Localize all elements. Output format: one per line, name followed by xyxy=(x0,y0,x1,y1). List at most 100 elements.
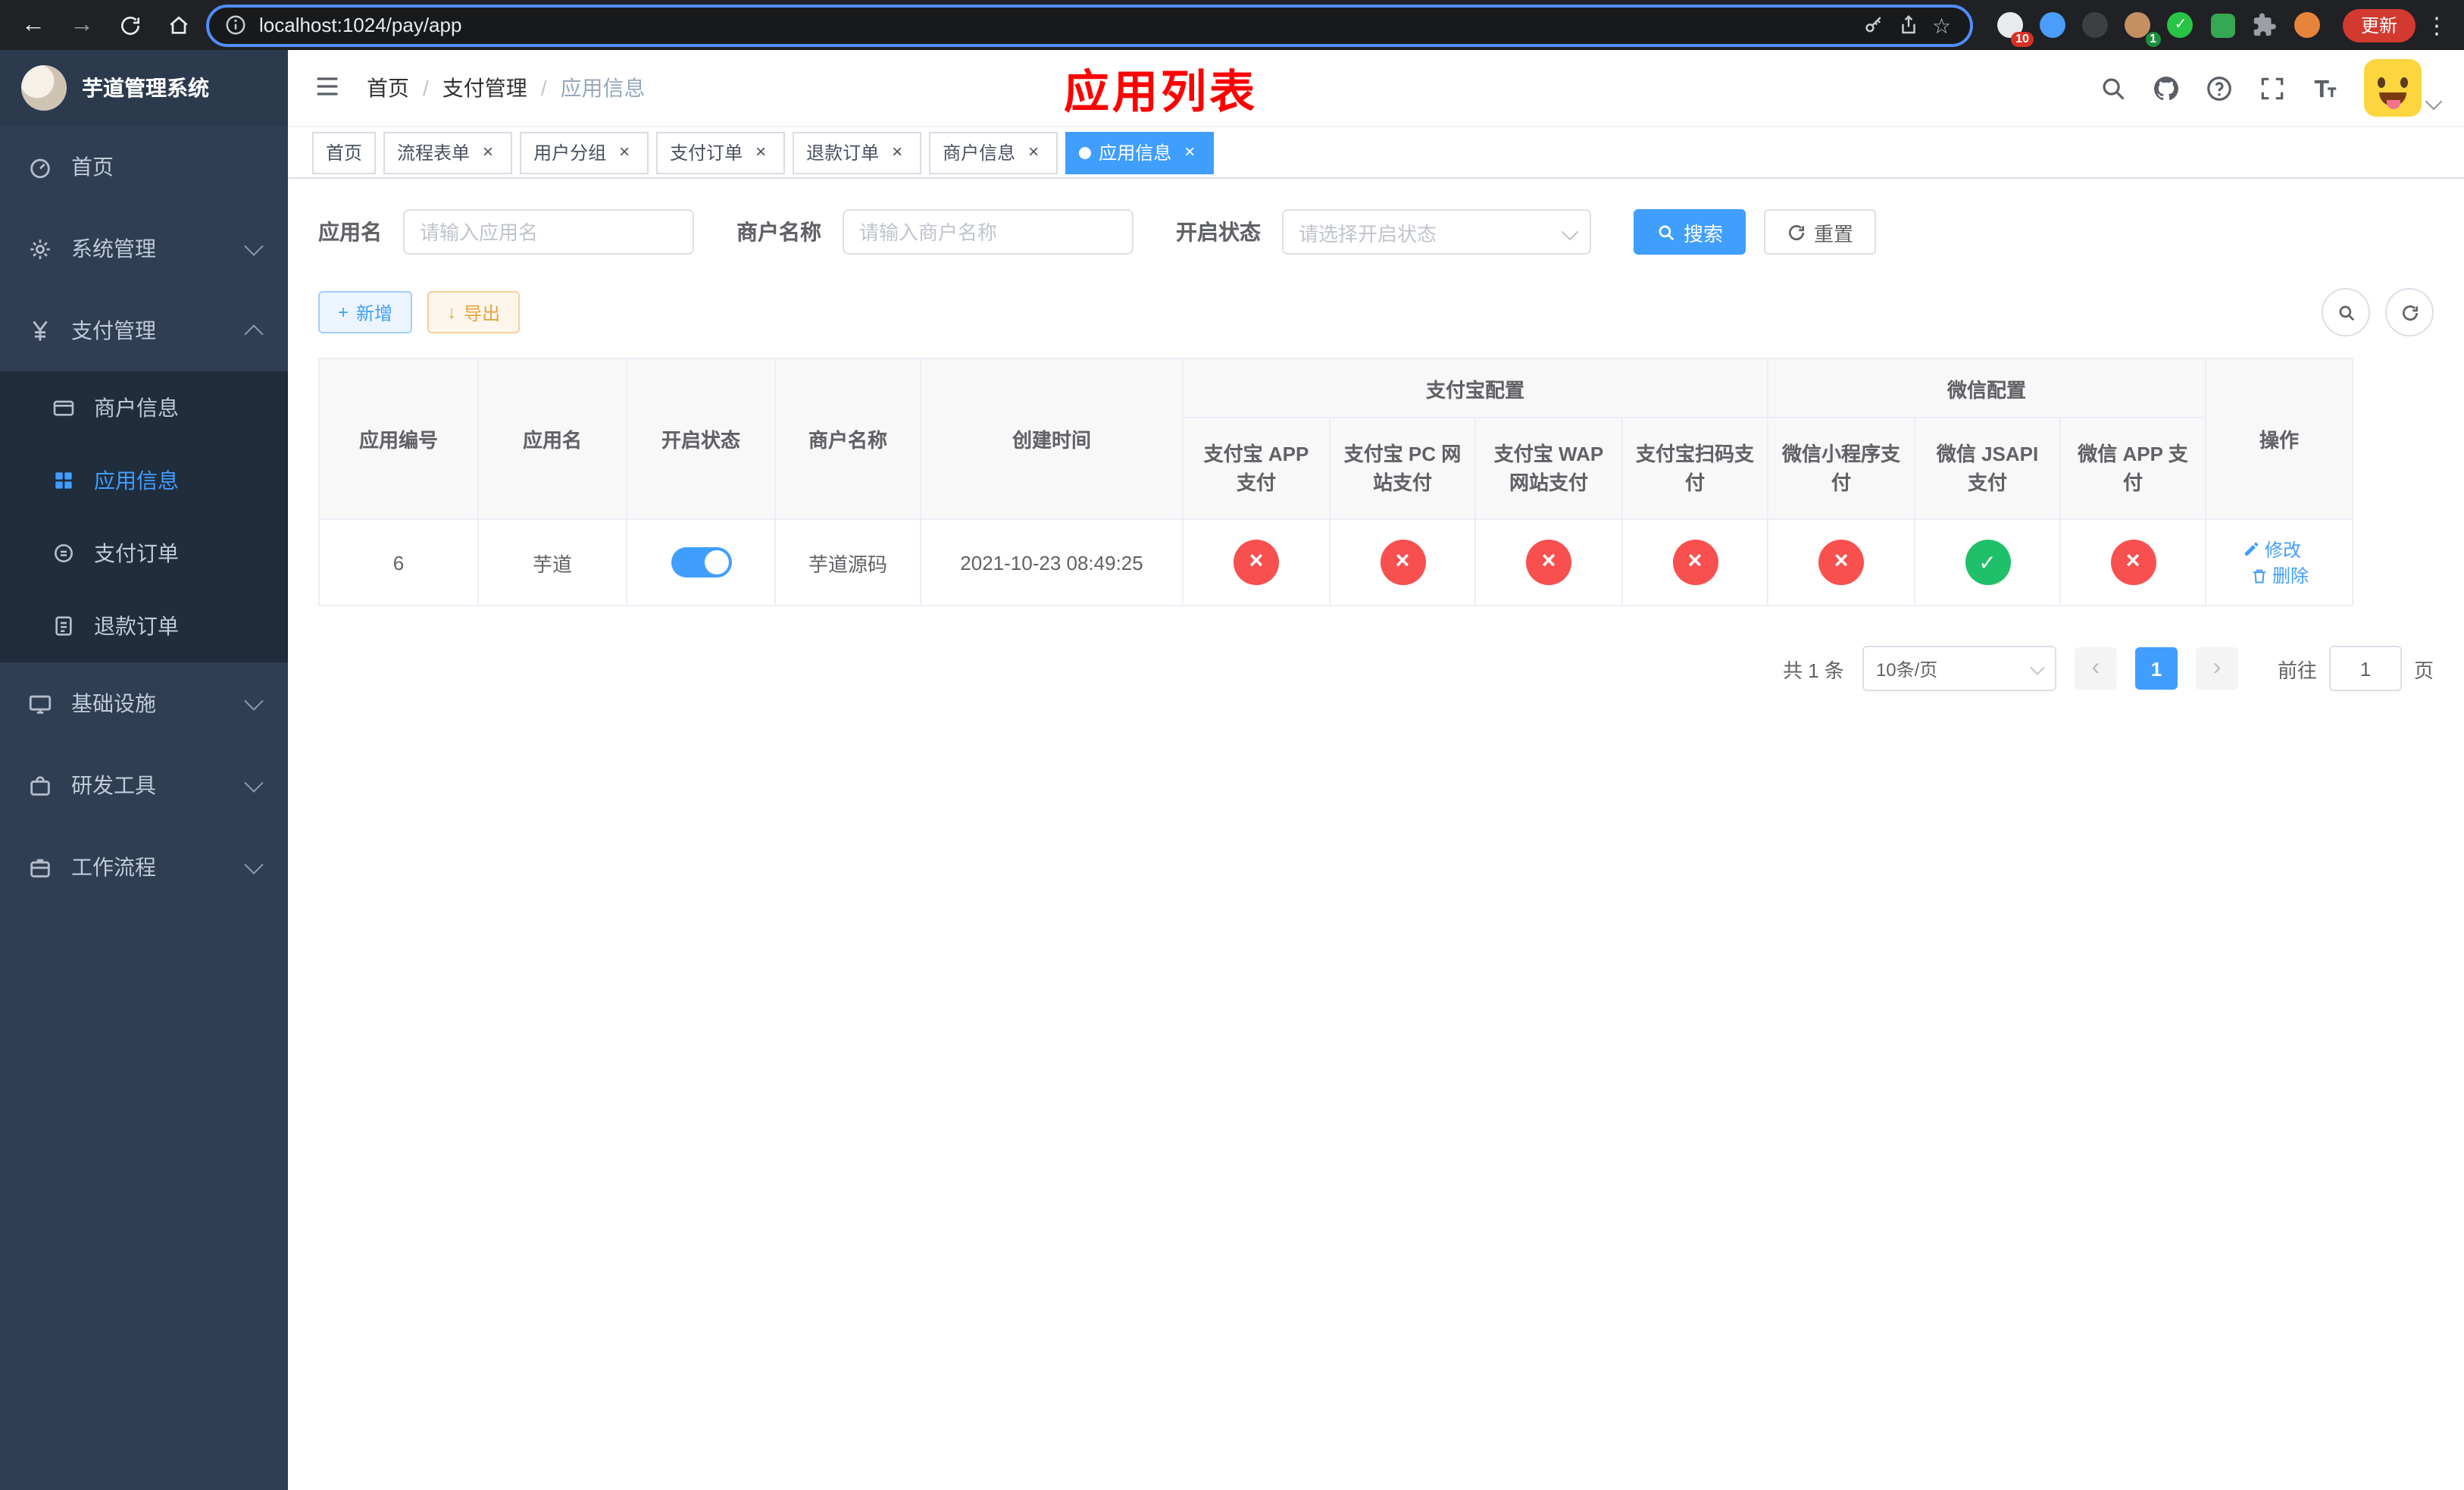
back-button[interactable]: ← xyxy=(12,5,55,45)
sidebar-item-app-info[interactable]: 应用信息 xyxy=(0,444,288,517)
github-icon[interactable] xyxy=(2152,74,2181,102)
delete-button[interactable]: 删除 xyxy=(2250,562,2309,588)
cell-status xyxy=(626,518,776,606)
edit-button[interactable]: 修改 xyxy=(2242,536,2301,562)
sidebar-item-dev-tools[interactable]: 研发工具 xyxy=(0,744,288,826)
merchant-name-label: 商户名称 xyxy=(736,220,821,244)
table-toolbar: + 新增 ↓ 导出 xyxy=(318,288,2434,337)
page-annotation-title: 应用列表 xyxy=(1064,68,1258,118)
page-size-value: 10条/页 xyxy=(1875,659,1938,680)
sidebar-item-workflow[interactable]: 工作流程 xyxy=(0,826,288,908)
user-menu[interactable] xyxy=(2364,59,2443,117)
sidebar-item-payment[interactable]: 支付管理 xyxy=(0,290,288,371)
sidebar-item-refund-orders[interactable]: 退款订单 xyxy=(0,590,288,662)
prev-page-button[interactable]: ‹ xyxy=(2074,647,2117,690)
pencil-icon xyxy=(2244,542,2258,556)
tab-process-form[interactable]: 流程表单 × xyxy=(383,131,513,174)
tab-user-group[interactable]: 用户分组 × xyxy=(520,131,649,174)
sidebar-item-label: 商户信息 xyxy=(94,396,179,420)
help-icon[interactable] xyxy=(2205,74,2234,102)
column-header-alipay-pc: 支付宝 PC 网站支付 xyxy=(1329,417,1476,520)
toggle-search-button[interactable] xyxy=(2322,288,2370,337)
browser-update-button[interactable]: 更新 xyxy=(2342,8,2416,42)
browser-toolbar: ← → localhost:1024/pay/app ☆ 10 1 ✓ 更新 ⋮ xyxy=(0,0,2464,50)
status-select[interactable]: 请选择开启状态 xyxy=(1282,209,1591,255)
merchant-name-input[interactable] xyxy=(843,209,1134,255)
close-icon[interactable]: × xyxy=(886,141,908,163)
browser-profile-avatar[interactable] xyxy=(2291,8,2325,42)
search-icon[interactable] xyxy=(2099,74,2128,102)
font-size-icon[interactable] xyxy=(2311,74,2340,102)
app-logo[interactable]: 芋道管理系统 xyxy=(0,50,288,126)
search-button[interactable]: 搜索 xyxy=(1634,209,1746,255)
sidebar-item-merchant-info[interactable]: 商户信息 xyxy=(0,371,288,444)
cell-alipay-app xyxy=(1182,518,1330,606)
order-icon xyxy=(52,541,76,565)
chevron-down-icon xyxy=(244,236,264,255)
sidebar-item-label: 支付管理 xyxy=(71,318,156,343)
trash-icon xyxy=(2253,568,2265,583)
forward-button[interactable]: → xyxy=(61,5,103,45)
chevron-down-icon xyxy=(1561,223,1579,241)
sidebar-item-infrastructure[interactable]: 基础设施 xyxy=(0,662,288,744)
column-group-alipay: 支付宝配置 xyxy=(1181,358,1769,418)
close-icon[interactable]: × xyxy=(477,141,499,163)
home-button[interactable] xyxy=(158,5,200,45)
browser-menu-button[interactable]: ⋮ xyxy=(2422,11,2452,39)
extension-icon-4[interactable]: 1 xyxy=(2122,8,2161,46)
url-bar[interactable]: localhost:1024/pay/app ☆ xyxy=(206,4,1973,46)
sidebar-item-payment-orders[interactable]: 支付订单 xyxy=(0,517,288,590)
cell-actions: 修改 删除 xyxy=(2205,518,2354,606)
close-icon[interactable]: × xyxy=(1179,141,1200,163)
page-number-button[interactable]: 1 xyxy=(2134,647,2178,690)
column-header-app-name: 应用名 xyxy=(477,358,627,520)
filter-merchant-name: 商户名称 xyxy=(736,209,1134,255)
refresh-table-button[interactable] xyxy=(2385,288,2434,337)
extension-icon-5[interactable]: ✓ xyxy=(2164,8,2197,42)
export-button[interactable]: ↓ 导出 xyxy=(427,291,521,333)
next-page-button[interactable]: › xyxy=(2195,647,2238,690)
site-info-icon[interactable] xyxy=(224,14,247,36)
password-key-icon[interactable] xyxy=(1862,14,1885,36)
chevron-down-icon xyxy=(244,690,264,710)
app-name-input[interactable] xyxy=(403,209,694,255)
extension-icon-2[interactable] xyxy=(2037,8,2070,42)
close-icon[interactable]: × xyxy=(614,141,635,163)
cell-alipay-wap xyxy=(1474,518,1623,606)
extension-icon-6[interactable] xyxy=(2206,8,2240,42)
bookmark-star-icon[interactable]: ☆ xyxy=(1932,14,1955,38)
tab-payment-orders[interactable]: 支付订单 × xyxy=(656,131,786,174)
wx-app-status-icon xyxy=(2110,540,2156,585)
fullscreen-icon[interactable] xyxy=(2258,74,2287,102)
add-button[interactable]: + 新增 xyxy=(318,291,413,333)
tab-refund-orders[interactable]: 退款订单 × xyxy=(793,131,922,174)
reset-button[interactable]: 重置 xyxy=(1764,209,1877,255)
hamburger-icon[interactable] xyxy=(312,71,346,105)
column-header-create-time: 创建时间 xyxy=(920,358,1184,520)
sidebar-item-home[interactable]: 首页 xyxy=(0,126,288,208)
tab-app-info[interactable]: 应用信息 × xyxy=(1065,131,1215,174)
close-icon[interactable]: × xyxy=(750,141,771,163)
column-header-status: 开启状态 xyxy=(626,358,776,520)
sidebar-item-system[interactable]: 系统管理 xyxy=(0,208,288,290)
avatar xyxy=(2364,59,2422,117)
page-size-select[interactable]: 10条/页 xyxy=(1862,646,2056,691)
extension-icon-3[interactable] xyxy=(2079,8,2112,42)
extensions-puzzle-icon[interactable] xyxy=(2249,8,2282,42)
cell-wx-app xyxy=(2059,518,2207,606)
column-header-wx-lite: 微信小程序支付 xyxy=(1767,417,1916,520)
breadcrumb-home[interactable]: 首页 xyxy=(367,73,442,103)
header-actions xyxy=(2099,59,2443,117)
gear-icon xyxy=(27,236,53,261)
status-toggle[interactable] xyxy=(671,547,731,578)
url-text[interactable]: localhost:1024/pay/app xyxy=(259,14,461,36)
goto-page-input[interactable] xyxy=(2328,646,2402,691)
refresh-button[interactable] xyxy=(109,5,152,45)
extension-icon-1[interactable]: 10 xyxy=(1994,8,2034,46)
close-icon[interactable]: × xyxy=(1023,141,1044,163)
card-icon xyxy=(52,396,76,420)
tab-merchant-info[interactable]: 商户信息 × xyxy=(929,131,1058,174)
share-icon[interactable] xyxy=(1897,14,1920,36)
monitor-icon xyxy=(27,690,53,716)
tab-home[interactable]: 首页 xyxy=(312,131,377,174)
